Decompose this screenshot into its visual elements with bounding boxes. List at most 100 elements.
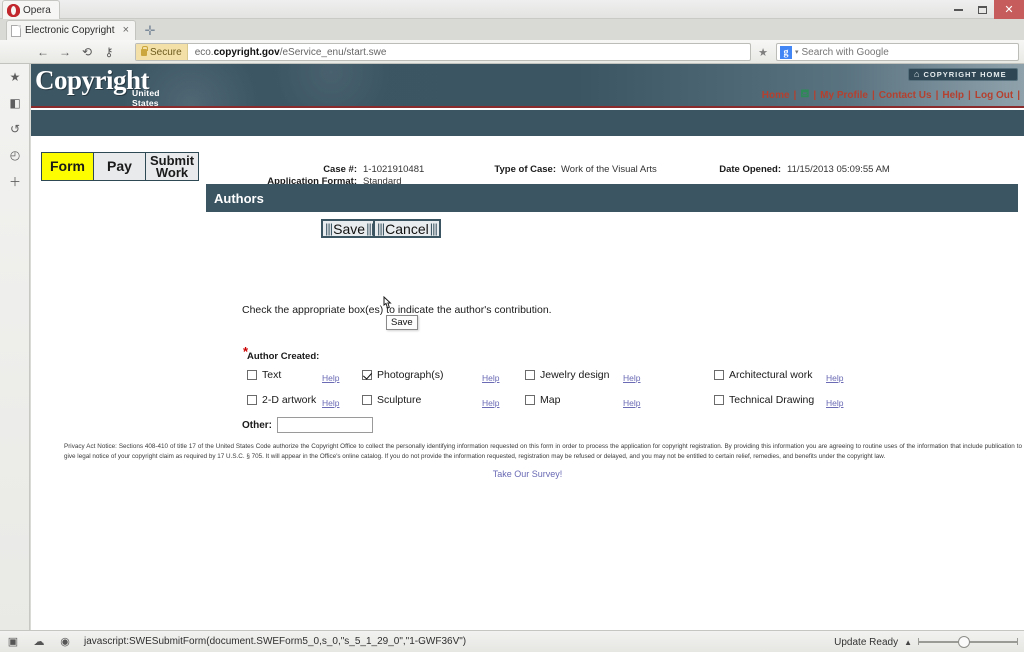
help-link-text[interactable]: Help bbox=[322, 373, 339, 383]
cloud-icon[interactable]: ☁ bbox=[26, 631, 52, 653]
nav-contact-us[interactable]: Contact Us bbox=[875, 90, 936, 101]
other-input[interactable] bbox=[277, 417, 373, 433]
search-input[interactable]: g ▾ Search with Google bbox=[776, 43, 1019, 61]
tab-submit-work[interactable]: Submit Work bbox=[146, 153, 198, 180]
back-icon[interactable]: ← bbox=[32, 40, 54, 64]
add-icon[interactable]: ＋ bbox=[0, 168, 30, 194]
checkbox-photographs[interactable]: Photograph(s) bbox=[362, 369, 444, 381]
help-link-photographs[interactable]: Help bbox=[482, 373, 499, 383]
checkbox-label: Sculpture bbox=[377, 394, 422, 406]
zoom-slider[interactable] bbox=[918, 636, 1018, 648]
panel-toggle-icon[interactable]: ▣ bbox=[0, 631, 26, 653]
help-link-technical-drawing[interactable]: Help bbox=[826, 398, 843, 408]
history-icon[interactable]: ◴ bbox=[0, 142, 30, 168]
nav-my-profile[interactable]: My Profile bbox=[816, 90, 872, 101]
url-path: /eService_enu/start.swe bbox=[279, 46, 387, 58]
update-ready-label[interactable]: Update Ready bbox=[834, 637, 898, 648]
checkbox-box-icon[interactable] bbox=[714, 370, 724, 380]
section-header: Authors bbox=[206, 184, 1018, 212]
author-created-label: Author Created: bbox=[247, 351, 320, 362]
cart-icon[interactable]: ⛾ bbox=[796, 88, 813, 102]
url-domain: copyright.gov bbox=[213, 46, 280, 58]
take-our-survey-link[interactable]: Take Our Survey! bbox=[493, 469, 563, 479]
slider-knob[interactable] bbox=[958, 636, 970, 648]
copyright-home-button[interactable]: ⌂ COPYRIGHT HOME bbox=[908, 68, 1018, 81]
star-icon[interactable]: ★ bbox=[0, 64, 30, 90]
top-navigation: Home | ⛾ | My Profile | Contact Us | Hel… bbox=[758, 88, 1020, 102]
tab-strip: Electronic Copyright O... × ✛ bbox=[6, 19, 1024, 40]
checkbox-box-icon[interactable] bbox=[247, 395, 257, 405]
tab-close-icon[interactable]: × bbox=[121, 25, 131, 36]
camera-icon[interactable]: ◉ bbox=[52, 631, 78, 653]
save-button[interactable]: ||| Save ||| bbox=[321, 219, 378, 238]
other-field-row: Other: bbox=[242, 417, 373, 433]
chevron-down-icon[interactable]: ▾ bbox=[795, 48, 799, 56]
close-button[interactable]: ✕ bbox=[994, 0, 1024, 19]
help-link-architectural-work[interactable]: Help bbox=[826, 373, 843, 383]
checkbox-label: Photograph(s) bbox=[377, 369, 444, 381]
site-logo[interactable]: Copyright United States Copyright Office bbox=[35, 67, 174, 129]
checkbox-architectural-work[interactable]: Architectural work bbox=[714, 369, 812, 381]
nav-home[interactable]: Home bbox=[758, 90, 794, 101]
new-tab-icon[interactable]: ✛ bbox=[142, 23, 158, 39]
checkbox-technical-drawing[interactable]: Technical Drawing bbox=[714, 394, 814, 406]
checkbox-map[interactable]: Map bbox=[525, 394, 560, 406]
tab-pay[interactable]: Pay bbox=[94, 153, 146, 180]
checkbox-label: Jewelry design bbox=[540, 369, 610, 381]
checkbox-box-icon[interactable] bbox=[247, 370, 257, 380]
nav-log-out[interactable]: Log Out bbox=[971, 90, 1017, 101]
cancel-button[interactable]: ||| Cancel ||| bbox=[373, 219, 441, 238]
checkbox-label: Text bbox=[262, 369, 282, 381]
wizard-tabs: Form Pay Submit Work bbox=[41, 152, 199, 181]
secure-badge[interactable]: Secure bbox=[136, 44, 188, 60]
help-link-sculpture[interactable]: Help bbox=[482, 398, 499, 408]
opera-browser-window: Opera ✕ Electronic Copyright O... × ✛ ← … bbox=[0, 0, 1024, 652]
checkbox-row: Text Help Photograph(s) Help Jewelry des… bbox=[247, 369, 947, 394]
survey-link-wrap: Take Our Survey! bbox=[31, 469, 1024, 479]
save-tooltip: Save bbox=[386, 315, 418, 330]
opera-menu-button[interactable]: Opera bbox=[2, 0, 60, 19]
date-opened-value: 11/15/2013 05:09:55 AM bbox=[787, 164, 890, 175]
checkbox-sculpture[interactable]: Sculpture bbox=[362, 394, 421, 406]
help-link-map[interactable]: Help bbox=[623, 398, 640, 408]
checkbox-2d-artwork[interactable]: 2-D artwork bbox=[247, 394, 316, 406]
url-prefix: eco. bbox=[194, 46, 214, 58]
nav-separator: | bbox=[1017, 89, 1020, 101]
browser-tab[interactable]: Electronic Copyright O... × bbox=[6, 20, 136, 40]
status-bar-right: Update Ready ▲ bbox=[834, 631, 1018, 653]
minimize-button[interactable] bbox=[946, 0, 970, 19]
help-link-jewelry-design[interactable]: Help bbox=[623, 373, 640, 383]
checkbox-jewelry-design[interactable]: Jewelry design bbox=[525, 369, 609, 381]
reload-icon[interactable]: ⟲ bbox=[76, 40, 98, 64]
bookmark-star-icon[interactable]: ★ bbox=[752, 43, 774, 61]
key-icon[interactable]: ⚷ bbox=[98, 40, 120, 64]
section-title: Authors bbox=[214, 190, 264, 206]
google-icon: g bbox=[780, 45, 792, 59]
checkbox-label: 2-D artwork bbox=[262, 394, 317, 406]
button-bars-left: ||| bbox=[377, 221, 385, 236]
tab-form[interactable]: Form bbox=[42, 153, 94, 180]
secure-label: Secure bbox=[150, 46, 182, 58]
page-viewport: Copyright United States Copyright Office… bbox=[31, 64, 1024, 630]
opera-app-name: Opera bbox=[23, 4, 51, 16]
notes-icon[interactable]: ◧ bbox=[0, 90, 30, 116]
checkbox-box-icon[interactable] bbox=[362, 370, 372, 380]
nav-help[interactable]: Help bbox=[938, 90, 968, 101]
checkbox-box-icon[interactable] bbox=[525, 395, 535, 405]
checkbox-box-icon[interactable] bbox=[714, 395, 724, 405]
address-bar[interactable]: Secure eco.copyright.gov/eService_enu/st… bbox=[135, 43, 751, 61]
maximize-button[interactable] bbox=[970, 0, 994, 19]
forward-icon[interactable]: → bbox=[54, 40, 76, 64]
checkbox-label: Map bbox=[540, 394, 561, 406]
share-icon[interactable]: ↺ bbox=[0, 116, 30, 142]
chevron-up-icon[interactable]: ▲ bbox=[904, 638, 912, 647]
slider-tick bbox=[1017, 638, 1018, 645]
checkbox-box-icon[interactable] bbox=[525, 370, 535, 380]
copyright-home-label: COPYRIGHT HOME bbox=[923, 70, 1007, 79]
checkbox-box-icon[interactable] bbox=[362, 395, 372, 405]
browser-tab-title: Electronic Copyright O... bbox=[25, 25, 117, 36]
window-controls: ✕ bbox=[946, 0, 1024, 19]
search-placeholder: Search with Google bbox=[801, 46, 889, 58]
checkbox-text[interactable]: Text bbox=[247, 369, 281, 381]
help-link-2d-artwork[interactable]: Help bbox=[322, 398, 339, 408]
